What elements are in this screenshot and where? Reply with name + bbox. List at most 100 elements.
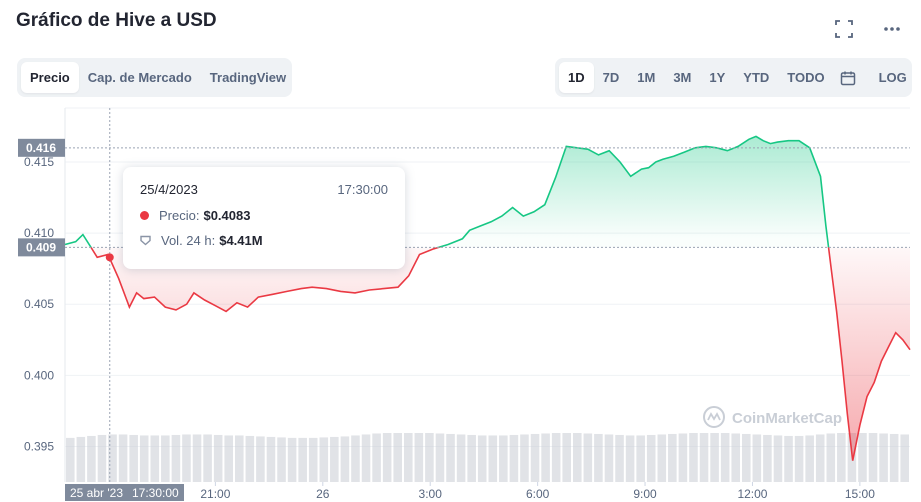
- hover-point: [105, 253, 114, 262]
- volume-bar: [351, 435, 360, 482]
- volume-bar: [245, 435, 255, 482]
- volume-bar: [731, 433, 740, 482]
- volume-bar: [763, 434, 772, 482]
- volume-bar: [900, 434, 909, 482]
- watermark: CoinMarketCap: [703, 406, 842, 428]
- volume-bar: [488, 435, 498, 482]
- price-badge-label: 0.416: [26, 141, 56, 155]
- watermark-text: CoinMarketCap: [732, 410, 842, 427]
- volume-bar: [710, 433, 719, 482]
- x-tick-label: 15:00: [845, 487, 875, 501]
- volume-bar: [467, 434, 476, 482]
- x-tick-label: 12:00: [737, 487, 767, 501]
- y-tick-label: 0.405: [24, 297, 54, 311]
- volume-bar: [224, 435, 233, 482]
- volume-bar: [646, 434, 656, 482]
- volume-bar: [425, 433, 434, 482]
- tooltip-price-label: Precio:: [159, 208, 200, 223]
- volume-bar: [414, 433, 424, 482]
- volume-bar: [150, 435, 160, 482]
- coinmarketcap-logo-mark: [707, 412, 721, 421]
- coinmarketcap-logo-icon: [703, 406, 725, 428]
- y-tick-label: 0.400: [24, 368, 54, 382]
- volume-bar: [161, 435, 170, 482]
- tooltip-price-row: Precio: $0.4083: [140, 208, 250, 223]
- volume-bar: [689, 433, 698, 482]
- volume-bar: [446, 433, 455, 482]
- volume-bar: [879, 433, 888, 482]
- volume-bar: [330, 436, 339, 482]
- volume-bar: [76, 436, 86, 482]
- volume-bar: [530, 433, 540, 482]
- volume-bar: [456, 434, 466, 482]
- y-tick-label: 0.395: [24, 439, 54, 453]
- volume-bar: [858, 433, 867, 482]
- volume-bar: [319, 437, 329, 482]
- volume-bar: [171, 434, 181, 482]
- volume-bar: [752, 434, 762, 482]
- volume-bar: [393, 433, 402, 482]
- volume-bar: [636, 435, 645, 482]
- volume-bar: [699, 433, 709, 482]
- volume-bar: [97, 434, 107, 482]
- volume-bar: [66, 437, 75, 482]
- volume-bar: [118, 434, 128, 482]
- volume-bar: [192, 434, 202, 482]
- volume-bar: [573, 433, 582, 482]
- volume-bar: [499, 435, 508, 482]
- volume-bar: [308, 437, 318, 482]
- crosshair-date-label: 25 abr '23: [70, 486, 123, 500]
- volume-bar: [678, 433, 688, 482]
- x-tick-label: 26: [316, 487, 330, 501]
- volume-bar: [625, 435, 635, 482]
- volume-bar: [826, 433, 836, 482]
- volume-bar: [277, 437, 286, 482]
- x-tick-label: 21:00: [200, 487, 230, 501]
- volume-bar: [287, 437, 297, 482]
- tooltip-price-value: $0.4083: [203, 208, 251, 223]
- x-tick-label: 9:00: [633, 487, 657, 501]
- volume-bar: [361, 434, 371, 482]
- price-badge-label: 0.409: [26, 240, 56, 254]
- volume-bar: [404, 433, 413, 482]
- volume-bar: [235, 435, 244, 482]
- tooltip-time: 17:30:00: [337, 182, 388, 197]
- tooltip-date: 25/4/2023: [140, 182, 198, 197]
- volume-bar: [477, 435, 487, 482]
- volume-bar: [889, 433, 899, 482]
- volume-bar: [256, 436, 265, 482]
- volume-bar: [372, 433, 381, 482]
- volume-bar: [551, 433, 561, 482]
- volume-bar: [340, 436, 350, 482]
- volume-bar: [87, 435, 96, 482]
- tooltip-volume-row: Vol. 24 h: $4.41M: [140, 233, 263, 248]
- volume-bar: [139, 435, 149, 482]
- price-tooltip: 25/4/2023 17:30:00 Precio: $0.4083 Vol. …: [123, 167, 405, 269]
- volume-bar: [382, 433, 392, 482]
- volume-bar: [668, 433, 677, 482]
- tooltip-volume-label: Vol. 24 h:: [161, 233, 216, 248]
- volume-icon: [140, 235, 151, 246]
- volume-bar: [837, 433, 846, 482]
- volume-bar: [520, 434, 529, 482]
- volume-bar: [203, 434, 212, 482]
- x-tick-label: 6:00: [526, 487, 550, 501]
- volume-bar: [509, 434, 519, 482]
- y-tick-label: 0.415: [24, 155, 54, 169]
- volume-bar: [541, 433, 550, 482]
- volume-bar: [815, 434, 825, 482]
- volume-bar: [720, 433, 730, 482]
- volume-bar: [129, 434, 138, 482]
- volume-bar: [594, 433, 603, 482]
- volume-bar: [435, 433, 445, 482]
- price-dot-icon: [140, 211, 149, 220]
- volume-bar: [182, 434, 191, 482]
- crosshair-time-label: 17:30:00: [132, 486, 179, 500]
- volume-bar: [773, 435, 783, 482]
- x-tick-label: 3:00: [419, 487, 443, 501]
- volume-bar: [615, 434, 624, 482]
- volume-bar: [868, 433, 878, 482]
- volume-bar: [657, 434, 667, 482]
- tooltip-volume-value: $4.41M: [219, 233, 263, 248]
- volume-bar: [784, 435, 793, 482]
